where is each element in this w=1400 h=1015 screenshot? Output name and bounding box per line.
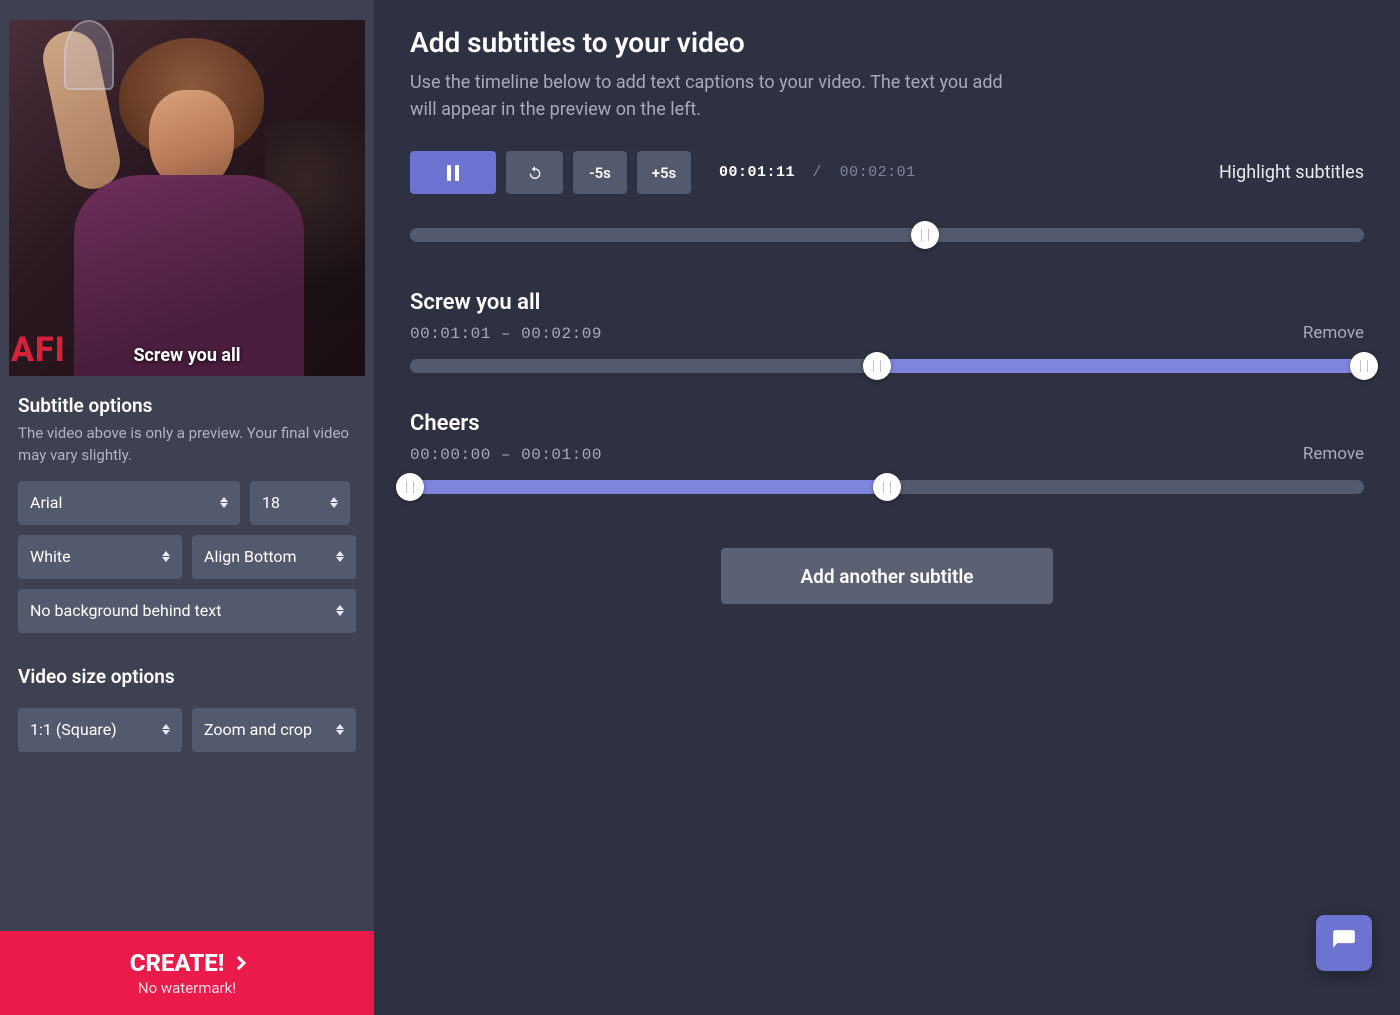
play-pause-button[interactable] [410,151,496,194]
video-preview[interactable]: AFI Screw you all [9,20,365,376]
subtitle-end-thumb[interactable] [873,473,901,501]
text-align-select[interactable]: Align Bottom [192,535,356,579]
seek-back-label: -5s [589,164,611,182]
chat-icon [1331,928,1357,958]
create-button-subtext: No watermark! [138,979,236,997]
select-arrows-icon [336,603,346,619]
text-color-value: White [30,547,71,566]
crop-mode-value: Zoom and crop [204,720,312,739]
chat-fab[interactable] [1316,915,1372,971]
select-arrows-icon [162,722,172,738]
crop-mode-select[interactable]: Zoom and crop [192,708,356,752]
text-background-value: No background behind text [30,601,221,620]
replay-icon [527,165,543,181]
sidebar: AFI Screw you all Subtitle options The v… [0,0,374,1015]
main-panel: Add subtitles to your video Use the time… [374,0,1400,1015]
create-button-label: CREATE! [130,949,225,977]
subtitle-range-fill [877,359,1364,373]
font-size-value: 18 [262,493,280,512]
subtitle-range-track[interactable] [410,359,1364,373]
select-arrows-icon [162,549,172,565]
video-size-heading: Video size options [18,665,356,688]
select-arrows-icon [330,495,340,511]
select-arrows-icon [336,549,346,565]
font-size-select[interactable]: 18 [250,481,350,525]
remove-subtitle-link[interactable]: Remove [1303,323,1364,343]
font-select-value: Arial [30,493,62,512]
highlight-subtitles-link[interactable]: Highlight subtitles [1219,162,1364,183]
page-description: Use the timeline below to add text capti… [410,69,1030,123]
duration: 00:02:01 [840,164,916,181]
playhead-track[interactable] [410,228,1364,242]
subtitle-options-heading: Subtitle options [18,394,356,417]
add-subtitle-label: Add another subtitle [800,565,973,588]
time-display: 00:01:11 / 00:02:01 [719,164,916,181]
create-button[interactable]: CREATE! No watermark! [0,931,374,1015]
playhead-thumb[interactable] [911,221,939,249]
aspect-ratio-select[interactable]: 1:1 (Square) [18,708,182,752]
page-title: Add subtitles to your video [410,26,1364,59]
subtitle-range-track[interactable] [410,480,1364,494]
subtitle-text[interactable]: Screw you all [410,290,1364,315]
text-background-select[interactable]: No background behind text [18,589,356,633]
subtitle-text[interactable]: Cheers [410,411,1364,436]
preview-caption: Screw you all [9,345,365,366]
aspect-ratio-value: 1:1 (Square) [30,720,117,739]
subtitle-end-thumb[interactable] [1350,352,1378,380]
seek-back-5s-button[interactable]: -5s [573,151,627,194]
subtitle-range-fill [410,480,887,494]
add-subtitle-button[interactable]: Add another subtitle [721,548,1053,604]
chevron-right-icon [232,956,246,970]
playback-controls: -5s +5s 00:01:11 / 00:02:01 Highlight su… [410,151,1364,194]
subtitle-options-description: The video above is only a preview. Your … [18,423,356,467]
seek-forward-5s-button[interactable]: +5s [637,151,691,194]
font-select[interactable]: Arial [18,481,240,525]
current-time: 00:01:11 [719,164,795,181]
subtitle-block: Cheers 00:00:00 – 00:01:00 Remove [410,411,1364,494]
seek-forward-label: +5s [652,164,677,182]
subtitle-time-range: 00:00:00 – 00:01:00 [410,446,602,464]
subtitle-block: Screw you all 00:01:01 – 00:02:09 Remove [410,290,1364,373]
subtitle-time-range: 00:01:01 – 00:02:09 [410,325,602,343]
text-align-value: Align Bottom [204,547,297,566]
remove-subtitle-link[interactable]: Remove [1303,444,1364,464]
select-arrows-icon [220,495,230,511]
subtitle-start-thumb[interactable] [863,352,891,380]
time-separator: / [813,164,823,181]
subtitle-start-thumb[interactable] [396,473,424,501]
select-arrows-icon [336,722,346,738]
text-color-select[interactable]: White [18,535,182,579]
pause-icon [447,165,459,181]
replay-button[interactable] [506,151,563,194]
